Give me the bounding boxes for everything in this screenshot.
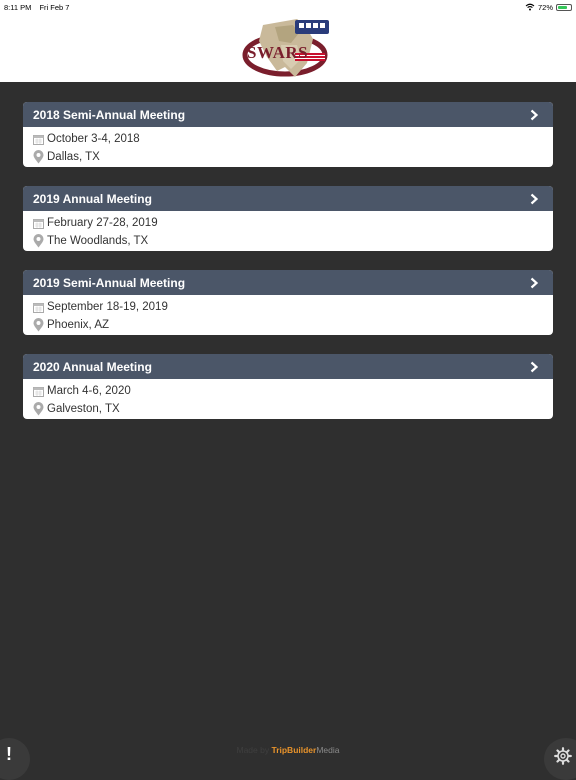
meeting-dates: October 3-4, 2018 bbox=[47, 133, 140, 145]
location-pin-icon bbox=[33, 234, 44, 248]
meeting-card[interactable]: 2019 Semi-Annual Meeting September 18-19… bbox=[23, 270, 553, 335]
wifi-icon bbox=[525, 3, 535, 11]
footer-brand-name: TripBuilder bbox=[271, 745, 317, 755]
battery-icon bbox=[556, 3, 572, 11]
app-header: SWARS bbox=[0, 14, 576, 82]
chevron-right-icon[interactable] bbox=[528, 109, 540, 121]
meeting-date-row: September 18-19, 2019 bbox=[33, 298, 553, 316]
battery-percent: 72% bbox=[537, 2, 553, 12]
chevron-right-icon[interactable] bbox=[528, 361, 540, 373]
status-right: 72% bbox=[525, 3, 572, 12]
meeting-list: 2018 Semi-Annual Meeting October 3-4, 20… bbox=[23, 102, 553, 438]
meeting-date-row: October 3-4, 2018 bbox=[33, 130, 553, 148]
location-pin-icon bbox=[33, 150, 44, 164]
alert-icon: ! bbox=[6, 744, 12, 764]
meeting-card-body: September 18-19, 2019 Phoenix, AZ bbox=[23, 295, 553, 334]
meeting-location: Phoenix, AZ bbox=[47, 319, 110, 331]
meeting-card-header[interactable]: 2018 Semi-Annual Meeting bbox=[23, 102, 553, 127]
status-time: 8:11 PM bbox=[4, 2, 32, 12]
meeting-card[interactable]: 2020 Annual Meeting March 4-6, 2020 Galv… bbox=[23, 354, 553, 419]
meeting-location-row: Galveston, TX bbox=[33, 400, 553, 418]
chevron-right-icon[interactable] bbox=[528, 193, 540, 205]
status-bar: 8:11 PM Fri Feb 7 72% bbox=[0, 0, 576, 14]
meeting-date-row: March 4-6, 2020 bbox=[33, 382, 553, 400]
meeting-title: 2019 Semi-Annual Meeting bbox=[33, 275, 186, 290]
meeting-card[interactable]: 2019 Annual Meeting February 27-28, 2019… bbox=[23, 186, 553, 251]
gear-icon bbox=[554, 747, 572, 765]
footer-prefix: Made by bbox=[236, 745, 272, 755]
meeting-title: 2019 Annual Meeting bbox=[33, 191, 152, 206]
swars-logo: SWARS bbox=[241, 15, 335, 81]
meeting-location-row: Dallas, TX bbox=[33, 148, 553, 166]
footer-brand-suffix: Media bbox=[316, 745, 340, 755]
meeting-card-body: March 4-6, 2020 Galveston, TX bbox=[23, 379, 553, 418]
meeting-location-row: Phoenix, AZ bbox=[33, 316, 553, 334]
settings-button[interactable] bbox=[544, 738, 576, 780]
footer-branding[interactable]: Made by TripBuilderMedia bbox=[0, 745, 576, 755]
calendar-icon bbox=[33, 134, 44, 145]
meeting-card-header[interactable]: 2019 Annual Meeting bbox=[23, 186, 553, 211]
meeting-dates: September 18-19, 2019 bbox=[47, 301, 168, 313]
meeting-location: The Woodlands, TX bbox=[47, 235, 149, 247]
meeting-location: Dallas, TX bbox=[47, 151, 100, 163]
location-pin-icon bbox=[33, 402, 44, 416]
meeting-location: Galveston, TX bbox=[47, 403, 120, 415]
calendar-icon bbox=[33, 218, 44, 229]
meeting-card-body: February 27-28, 2019 The Woodlands, TX bbox=[23, 211, 553, 250]
chevron-right-icon[interactable] bbox=[528, 277, 540, 289]
meeting-dates: March 4-6, 2020 bbox=[47, 385, 131, 397]
meeting-card-body: October 3-4, 2018 Dallas, TX bbox=[23, 127, 553, 166]
calendar-icon bbox=[33, 386, 44, 397]
meeting-date-row: February 27-28, 2019 bbox=[33, 214, 553, 232]
location-pin-icon bbox=[33, 318, 44, 332]
meeting-title: 2018 Semi-Annual Meeting bbox=[33, 107, 186, 122]
logo-text: SWARS bbox=[247, 43, 309, 62]
status-date: Fri Feb 7 bbox=[39, 2, 70, 12]
meeting-card[interactable]: 2018 Semi-Annual Meeting October 3-4, 20… bbox=[23, 102, 553, 167]
meeting-location-row: The Woodlands, TX bbox=[33, 232, 553, 250]
meeting-dates: February 27-28, 2019 bbox=[47, 217, 158, 229]
meeting-title: 2020 Annual Meeting bbox=[33, 359, 152, 374]
meeting-card-header[interactable]: 2020 Annual Meeting bbox=[23, 354, 553, 379]
calendar-icon bbox=[33, 302, 44, 313]
status-left: 8:11 PM Fri Feb 7 bbox=[4, 3, 75, 12]
meeting-card-header[interactable]: 2019 Semi-Annual Meeting bbox=[23, 270, 553, 295]
